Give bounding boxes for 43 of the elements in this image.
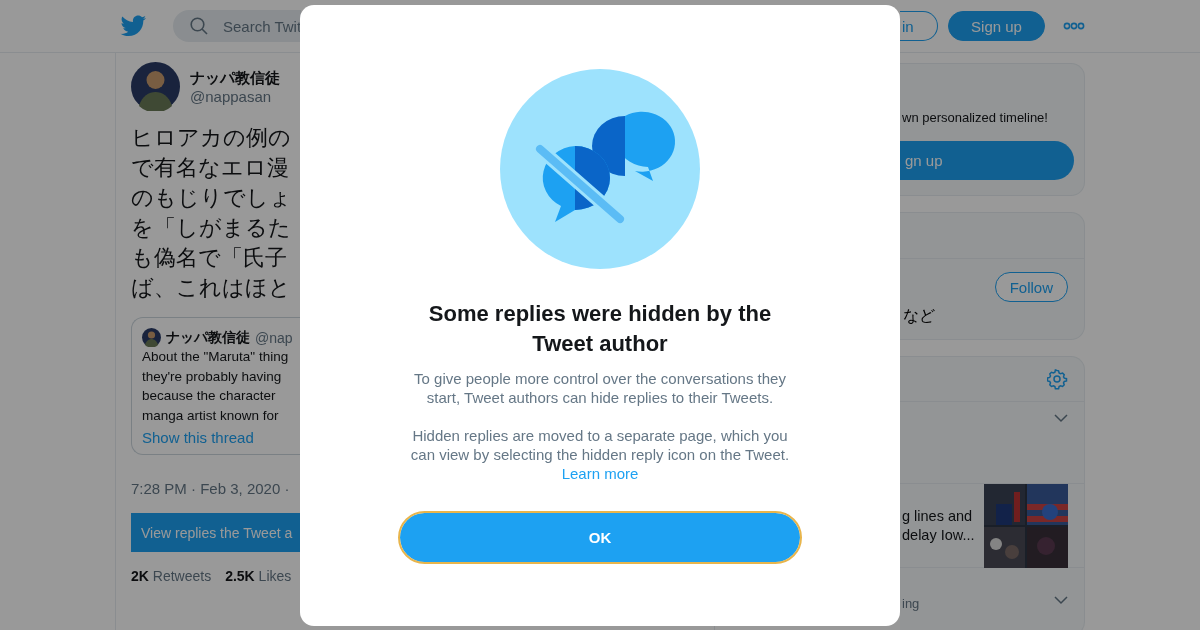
signup-button[interactable]: gn up [900, 141, 1074, 180]
user-name: ナッパ教信徒 [166, 328, 250, 347]
avatar [142, 328, 161, 347]
signup-button[interactable]: Sign up [948, 11, 1045, 41]
hidden-replies-icon [500, 69, 700, 269]
quoted-text-line: About the "Maruta" thing [142, 348, 289, 366]
stat-count[interactable]: 2.5K Likes [225, 568, 292, 584]
user-handle[interactable]: @nappasan [190, 87, 280, 105]
ok-button[interactable]: OK [400, 513, 800, 562]
bird-icon[interactable] [120, 14, 147, 38]
learn-more-link[interactable]: Learn more [561, 464, 639, 483]
quoted-text-line: manga artist known for [142, 406, 279, 425]
chevron-icon[interactable] [1054, 596, 1068, 605]
tweet-text-line: ヒロアカの例の [131, 124, 291, 152]
quoted-text-line: they're probably having [142, 367, 282, 386]
settings-icon[interactable] [1047, 368, 1068, 390]
trend-context: ing [902, 596, 920, 611]
show-thread-link[interactable]: Show this thread [142, 429, 254, 446]
search-icon [190, 17, 208, 35]
dialog-text: To give people more control over the conversations they start, Tweet authors can hide replies to their Tweets. [413, 369, 787, 407]
avatar[interactable] [131, 62, 180, 111]
user-bio: など [903, 306, 935, 327]
tweet-text-line: で有名なエロ漫 [131, 154, 289, 182]
user-name[interactable]: ナッパ教信徒 [190, 68, 280, 88]
tweet-text-line: のもじりでしょ [131, 184, 292, 212]
chevron-icon[interactable] [1054, 414, 1068, 423]
news-headline[interactable]: g lines and [902, 506, 975, 526]
tweet-text-line: を「しがまるた [131, 214, 291, 242]
dialog-text: Hidden replies are moved to a separate page, which you can view by selecting the hidden reply icon on the Tweet. [409, 426, 791, 464]
user-handle: @nap [255, 329, 293, 346]
view-replies-button[interactable]: View replies the Tweet a [131, 513, 300, 552]
stat-count[interactable]: 2K Retweets [131, 568, 212, 584]
follow-button[interactable]: Follow [994, 272, 1068, 302]
tweet-text-line: も偽名で「氏子 [131, 244, 287, 272]
signup-prompt: wn personalized timeline! [902, 110, 1048, 125]
search-field[interactable]: Search Twit [173, 10, 301, 42]
news-headline[interactable]: delay Iow... [902, 525, 975, 545]
login-button[interactable]: in [900, 11, 938, 41]
quoted-text-line: because the character [142, 387, 276, 405]
dialog-title: Some replies were hidden by the Tweet author [427, 300, 773, 358]
more-icon[interactable] [1063, 22, 1085, 30]
timestamp: 7:28 PM · Feb 3, 2020 · [131, 480, 291, 497]
tweet-text-line: ば、これはほと [131, 274, 291, 302]
